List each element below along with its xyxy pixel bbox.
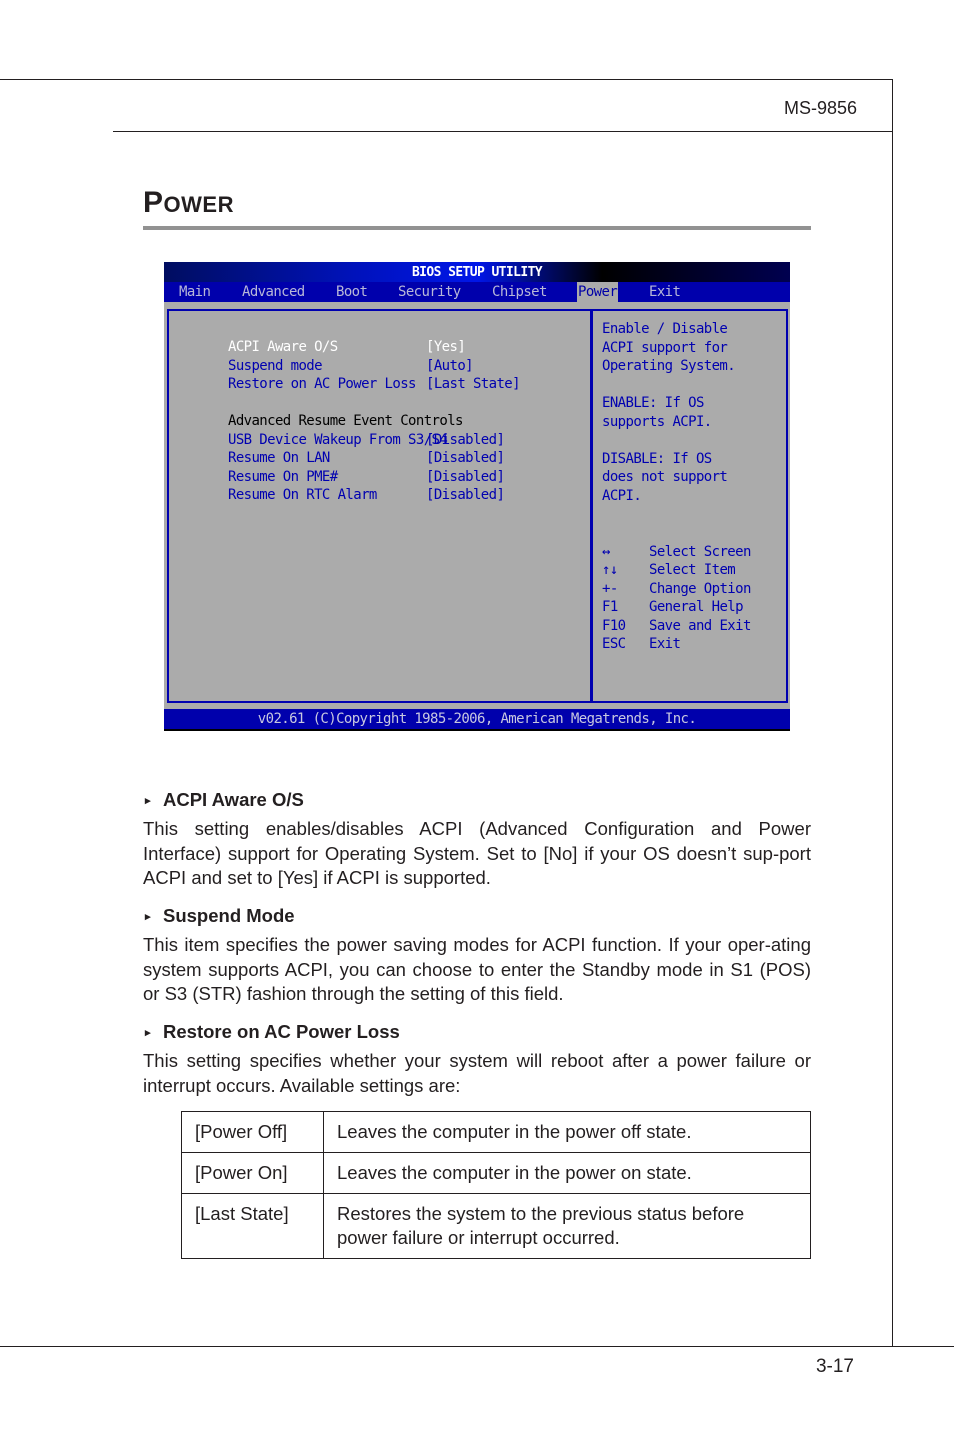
bios-tab-security[interactable]: Security: [397, 282, 462, 303]
bios-setting-suspend-mode[interactable]: Suspend mode [Auto]: [181, 339, 474, 374]
key-action: Select Item: [649, 562, 736, 578]
bios-tab-main[interactable]: Main: [178, 282, 211, 303]
esc-key: ESC: [602, 636, 626, 652]
setting-value: [Auto]: [426, 358, 474, 374]
help-text: Enable / Disable: [602, 321, 728, 337]
bios-help-panel: Enable / Disable ACPI support for Operat…: [590, 309, 788, 703]
key-legend-row: ↔ Select Screen: [602, 543, 751, 561]
bios-tab-chipset[interactable]: Chipset: [491, 282, 548, 303]
table-row: [Last State] Restores the system to the …: [181, 1193, 811, 1259]
right-border-line: [892, 79, 893, 1347]
top-border-line: [0, 79, 893, 80]
description-cell: Restores the system to the previous stat…: [323, 1193, 811, 1259]
section-title: POWER: [143, 183, 234, 225]
bullet-triangle-icon: ▸: [145, 911, 151, 923]
bios-setting-resume-lan[interactable]: Resume On LAN [Disabled]: [181, 431, 505, 466]
title-initial: P: [143, 186, 164, 219]
setting-label: Resume On RTC Alarm: [227, 487, 377, 503]
key-action: Change Option: [649, 581, 751, 597]
setting-value: [Yes]: [426, 339, 466, 355]
help-text: ENABLE: If OS: [602, 395, 704, 411]
bios-title-bar: BIOS SETUP UTILITY: [164, 262, 790, 282]
option-cell: [Power On]: [181, 1152, 324, 1194]
bios-group-header: Advanced Resume Event Controls: [181, 394, 463, 429]
heading-text: Restore on AC Power Loss: [163, 1021, 400, 1042]
setting-label: Restore on AC Power Loss: [227, 376, 416, 392]
item-heading-restore-ac: ▸ Restore on AC Power Loss: [145, 1021, 400, 1043]
bios-tab-bar: Main Advanced Boot Security Chipset Powe…: [164, 282, 790, 303]
header-rule: [113, 131, 893, 132]
bottom-border-line: [0, 1346, 954, 1347]
help-text: supports ACPI.: [602, 414, 712, 430]
title-underline: [143, 226, 811, 230]
bios-tab-advanced[interactable]: Advanced: [241, 282, 306, 303]
left-right-arrow-icon: ↔: [602, 544, 610, 560]
description-cell: Leaves the computer in the power on stat…: [323, 1152, 811, 1194]
plus-minus-key: +-: [602, 581, 618, 597]
help-text: DISABLE: If OS: [602, 451, 712, 467]
bios-setting-restore-ac[interactable]: Restore on AC Power Loss [Last State]: [181, 357, 521, 392]
bios-tab-boot[interactable]: Boot: [335, 282, 368, 303]
bios-tab-power[interactable]: Power: [577, 282, 619, 303]
bios-screenshot: BIOS SETUP UTILITY Main Advanced Boot Se…: [164, 262, 790, 731]
key-action: Save and Exit: [649, 618, 751, 634]
setting-value: [Disabled]: [426, 487, 505, 503]
bullet-triangle-icon: ▸: [145, 1027, 151, 1039]
key-action: Exit: [649, 636, 681, 652]
f1-key: F1: [602, 599, 618, 615]
help-text: ACPI.: [602, 488, 642, 504]
option-cell: [Power Off]: [181, 1111, 324, 1153]
bullet-triangle-icon: ▸: [145, 795, 151, 807]
key-legend-row: F10 Save and Exit: [602, 617, 751, 635]
bios-setting-acpi-aware[interactable]: ACPI Aware O/S [Yes]: [181, 320, 466, 355]
model-number: MS-9856: [783, 98, 857, 118]
title-rest: OWER: [163, 192, 234, 217]
restore-options-table: [Power Off] Leaves the computer in the p…: [181, 1111, 811, 1259]
item-description-suspend-mode: This item specifies the power saving mod…: [143, 934, 811, 1004]
bios-tab-exit[interactable]: Exit: [648, 282, 681, 303]
key-legend-row: ↑↓ Select Item: [602, 561, 736, 579]
item-description-acpi-aware: This setting enables/disables ACPI (Adva…: [143, 818, 811, 888]
help-text: ACPI support for: [602, 340, 728, 356]
f10-key: F10: [602, 618, 626, 634]
setting-value: [Last State]: [426, 376, 521, 392]
item-heading-acpi-aware: ▸ ACPI Aware O/S: [145, 789, 304, 811]
table-row: [Power Off] Leaves the computer in the p…: [181, 1111, 811, 1153]
bios-setting-resume-pme[interactable]: Resume On PME# [Disabled]: [181, 450, 505, 485]
setting-value: [Disabled]: [426, 450, 505, 466]
help-text: Operating System.: [602, 358, 736, 374]
setting-value: [Disabled]: [426, 432, 505, 448]
up-down-arrow-icon: ↑↓: [602, 562, 618, 578]
option-cell: [Last State]: [181, 1193, 324, 1259]
key-legend-row: F1 General Help: [602, 598, 744, 616]
heading-text: ACPI Aware O/S: [163, 789, 304, 810]
bios-setting-resume-rtc[interactable]: Resume On RTC Alarm [Disabled]: [181, 468, 505, 503]
item-description-restore-ac: This setting specifies whether your syst…: [143, 1050, 811, 1096]
key-legend-row: +- Change Option: [602, 580, 751, 598]
description-cell: Leaves the computer in the power off sta…: [323, 1111, 811, 1153]
heading-text: Suspend Mode: [163, 905, 295, 926]
table-row: [Power On] Leaves the computer in the po…: [181, 1152, 811, 1194]
key-action: Select Screen: [649, 544, 751, 560]
bios-setting-usb-wakeup[interactable]: USB Device Wakeup From S3/S4 [Disabled]: [181, 413, 505, 448]
setting-value: [Disabled]: [426, 469, 505, 485]
bios-copyright-bar: v02.61 (C)Copyright 1985-2006, American …: [164, 709, 790, 731]
page-number: 3-17: [815, 1356, 854, 1377]
key-legend-row: ESC Exit: [602, 635, 681, 653]
help-text: does not support: [602, 469, 728, 485]
key-action: General Help: [649, 599, 744, 615]
bios-settings-panel: ACPI Aware O/S [Yes] Suspend mode [Auto] R…: [167, 309, 593, 703]
item-heading-suspend-mode: ▸ Suspend Mode: [145, 905, 295, 927]
